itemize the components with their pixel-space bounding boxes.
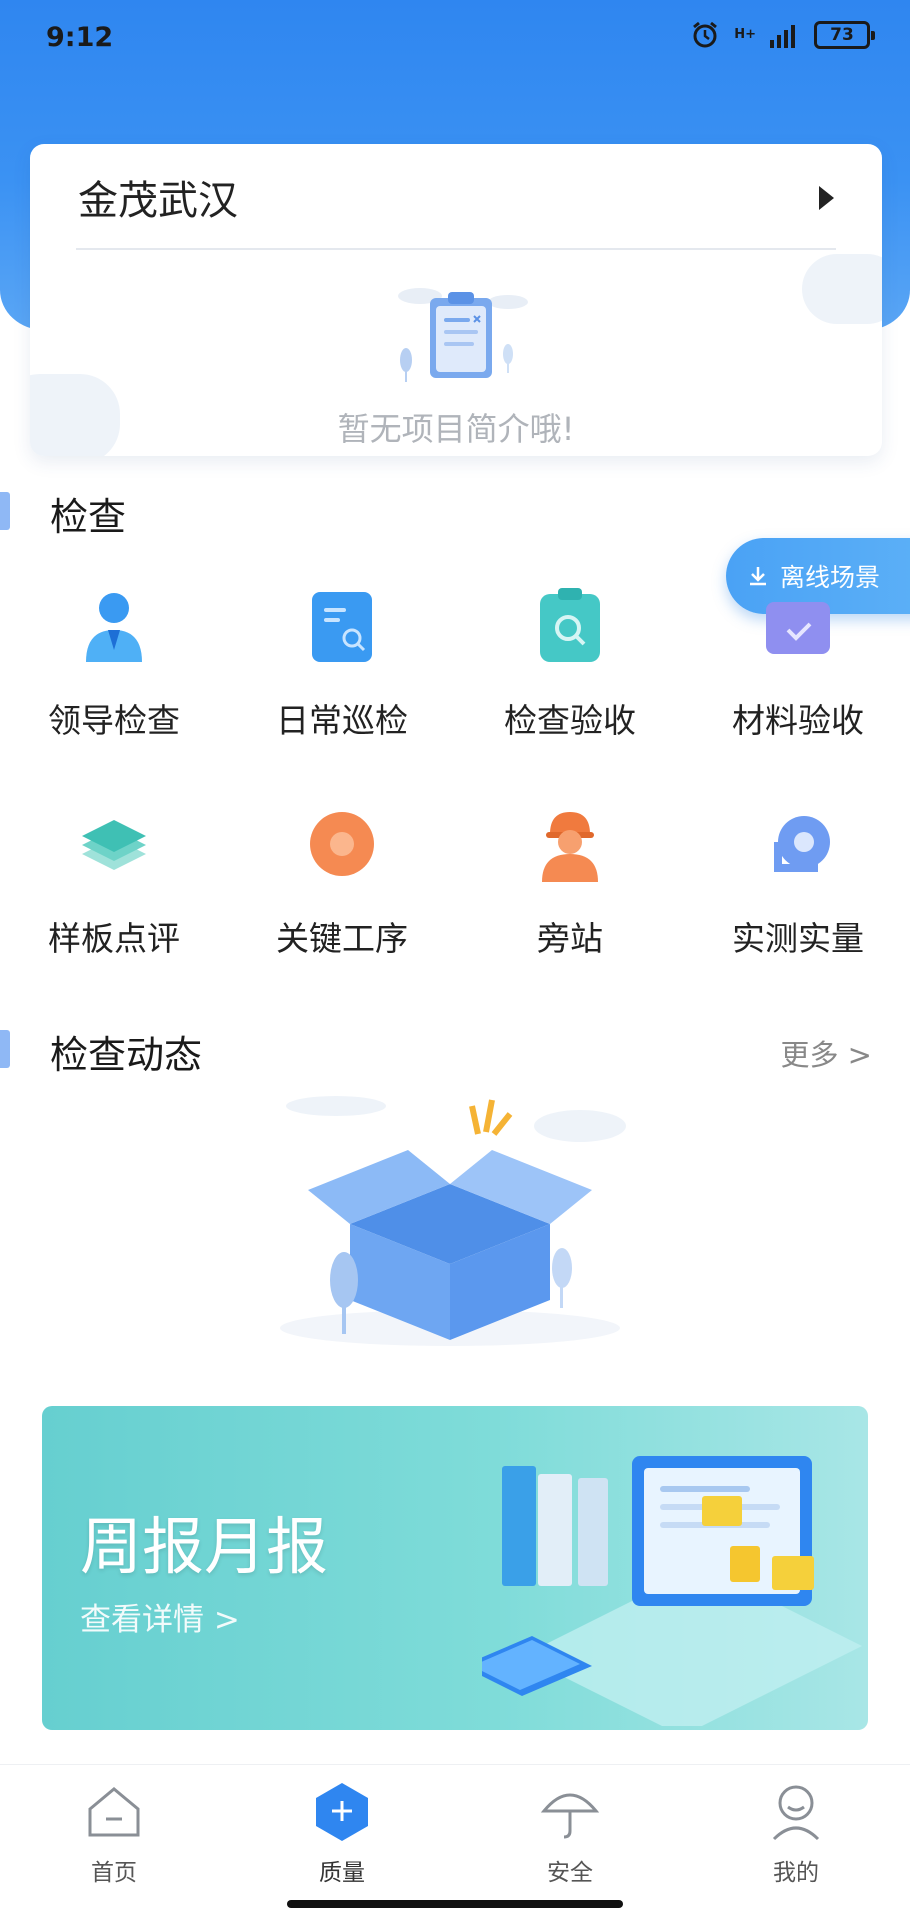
tab-label: 安全 (547, 1860, 593, 1886)
key-process-icon (310, 812, 374, 876)
daily-patrol-icon (312, 592, 372, 662)
sample-review-icon (82, 820, 146, 870)
tab-quality[interactable]: 质量 (272, 1781, 412, 1887)
weekly-monthly-report-banner[interactable]: 周报月报 查看详情 > (42, 1406, 868, 1730)
grid-item-label: 检查验收 (504, 701, 636, 740)
grid-item-label: 材料验收 (732, 701, 864, 740)
status-bar: 9:12 H+ 73 (0, 0, 910, 76)
tab-profile[interactable]: 我的 (726, 1781, 866, 1887)
project-card[interactable]: 金茂武汉 暂无项目简介哦! (30, 144, 882, 456)
tab-label: 首页 (91, 1860, 137, 1886)
grid-item-label: 实测实量 (732, 919, 864, 958)
inspection-section-title: 检查 (50, 495, 127, 539)
grid-item-label: 领导检查 (48, 701, 180, 740)
signal-icon (770, 25, 795, 48)
grid-item-label: 旁站 (537, 919, 603, 958)
grid-item-material-acceptance[interactable]: 材料验收 (684, 586, 910, 786)
status-icons: H+ 73 (690, 20, 875, 50)
umbrella-icon (540, 1793, 600, 1839)
acceptance-check-icon (540, 588, 600, 662)
grid-item-acceptance-check[interactable]: 检查验收 (456, 586, 684, 786)
status-time: 9:12 (46, 22, 114, 53)
banner-details-link[interactable]: 查看详情 > (80, 1594, 240, 1639)
download-icon (750, 567, 766, 586)
project-empty-text: 暂无项目简介哦! (337, 410, 575, 448)
tab-label: 质量 (319, 1860, 365, 1886)
section-marker (0, 1030, 10, 1068)
tab-home[interactable]: 首页 (44, 1781, 184, 1887)
cloud-decoration (802, 254, 882, 324)
grid-item-key-process[interactable]: 关键工序 (228, 804, 456, 1004)
grid-item-sample-review[interactable]: 样板点评 (0, 804, 228, 1004)
measurement-icon (774, 816, 830, 872)
bottom-tab-bar: 首页 质量 安全 我的 (0, 1764, 910, 1921)
quality-icon (316, 1783, 368, 1841)
leader-inspection-icon (86, 593, 142, 662)
feed-section-title: 检查动态 (50, 1033, 203, 1077)
material-acceptance-icon (766, 602, 830, 654)
grid-item-measurement[interactable]: 实测实量 (684, 804, 910, 1004)
site-supervision-icon (542, 812, 598, 882)
grid-item-site-supervision[interactable]: 旁站 (456, 804, 684, 1004)
grid-item-leader-inspection[interactable]: 领导检查 (0, 586, 228, 786)
alarm-icon (693, 21, 718, 48)
battery-indicator: 73 (814, 21, 875, 49)
grid-item-label: 样板点评 (48, 919, 180, 958)
tab-label: 我的 (773, 1860, 819, 1886)
grid-item-label: 关键工序 (276, 919, 408, 958)
home-icon (88, 1787, 140, 1837)
network-type: H+ (734, 27, 756, 42)
grid-item-daily-patrol[interactable]: 日常巡检 (228, 586, 456, 786)
more-link[interactable]: 更多 > (780, 1032, 872, 1074)
divider (76, 248, 836, 250)
play-arrow-icon[interactable] (819, 186, 834, 210)
grid-item-label: 日常巡检 (276, 701, 408, 740)
profile-icon (772, 1785, 820, 1841)
banner-title: 周报月报 (80, 1510, 329, 1583)
empty-box-illustration-icon (280, 1096, 626, 1346)
section-marker (0, 492, 10, 530)
clipboard-illustration-icon (398, 288, 528, 382)
tab-safety[interactable]: 安全 (500, 1781, 640, 1887)
project-title: 金茂武汉 (78, 178, 238, 224)
report-illustration-icon (482, 1456, 862, 1726)
home-indicator (287, 1900, 623, 1908)
